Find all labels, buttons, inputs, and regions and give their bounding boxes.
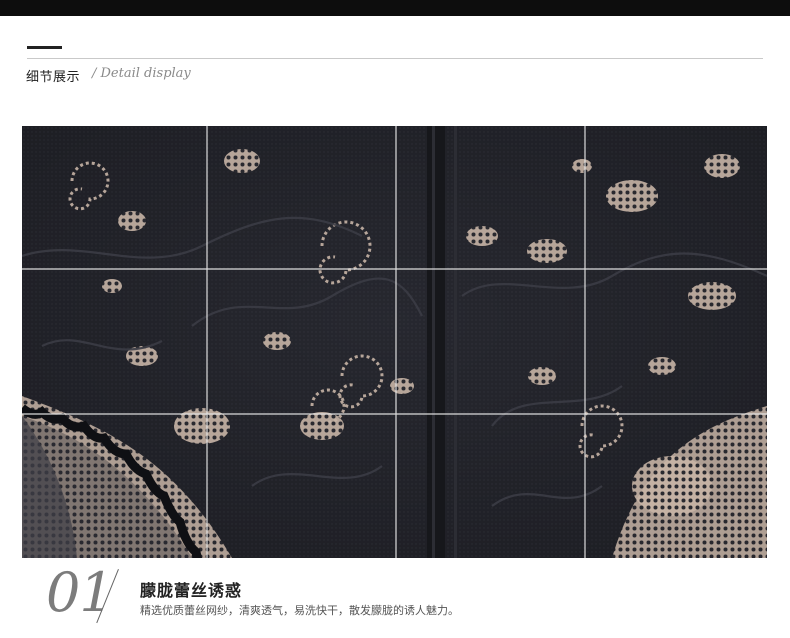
- section-title: 细节展示: [26, 70, 81, 85]
- section-header: 细节展示 / Detail display: [0, 40, 790, 100]
- top-bar: [0, 0, 790, 16]
- section-subtitle: / Detail display: [92, 66, 191, 81]
- lace-pattern: [22, 126, 767, 558]
- caption-description: 精选优质蕾丝网纱，清爽透气，易洗快干，散发朦胧的诱人魅力。: [140, 604, 459, 617]
- detail-caption: 01 朦胧蕾丝诱惑 精选优质蕾丝网纱，清爽透气，易洗快干，散发朦胧的诱人魅力。: [0, 561, 790, 638]
- caption-title: 朦胧蕾丝诱惑: [140, 581, 243, 600]
- lace-detail-photo: [22, 126, 767, 558]
- accent-bar: [27, 46, 62, 49]
- divider-line: [27, 58, 763, 59]
- caption-number: 01: [46, 561, 114, 624]
